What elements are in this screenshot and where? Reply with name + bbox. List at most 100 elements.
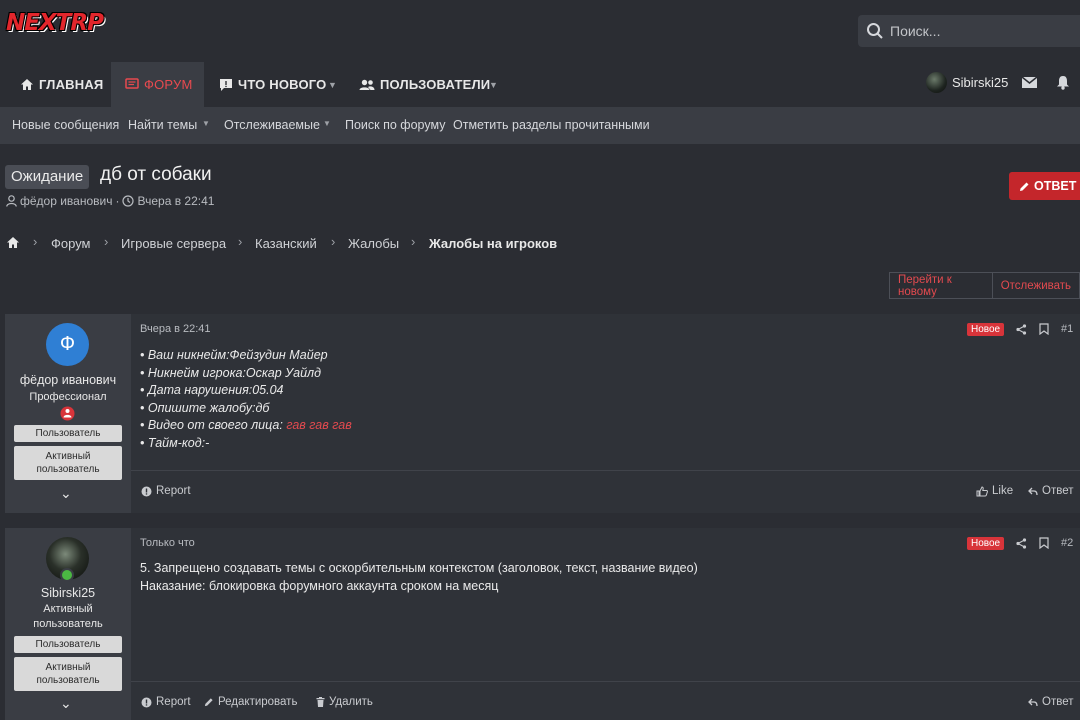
avatar-letter: Ф xyxy=(59,333,76,355)
mail-icon[interactable] xyxy=(1022,77,1037,88)
post-date[interactable]: Только что xyxy=(140,537,195,549)
post-date[interactable]: Вчера в 22:41 xyxy=(140,323,211,335)
new-badge: Новое xyxy=(967,323,1005,336)
post-number[interactable]: #2 xyxy=(1061,537,1073,549)
post-body-line: • Опишите жалобу:дб xyxy=(140,401,270,415)
whats-new-icon xyxy=(220,78,232,91)
page-title: дб от собаки xyxy=(100,164,212,185)
meta-separator: · xyxy=(115,194,120,208)
breadcrumb-separator-icon: › xyxy=(238,234,243,249)
thread-author-link[interactable]: фёдор иванович xyxy=(20,194,112,208)
edit-link[interactable]: Редактировать xyxy=(204,696,297,708)
account-username: Sibirski25 xyxy=(952,75,1009,90)
post-footer: Report Like Ответ xyxy=(131,470,1080,513)
watch-button[interactable]: Отслеживать xyxy=(992,272,1080,299)
post-user-column: Ф фёдор иванович Профессионал Пользовате… xyxy=(5,314,131,513)
rank-icon xyxy=(60,406,75,421)
avatar[interactable]: Ф xyxy=(46,323,89,366)
thread-date[interactable]: Вчера в 22:41 xyxy=(137,194,214,208)
post: Sibirski25 Активный пользователь Пользов… xyxy=(5,528,1080,720)
main-nav: ГЛАВНАЯ ФОРУМ ЧТО НОВОГО ▼ ПОЛЬЗОВАТЕЛИ … xyxy=(0,62,1080,107)
breadcrumb-current[interactable]: Жалобы на игроков xyxy=(429,236,557,251)
bookmark-icon[interactable] xyxy=(1039,537,1049,549)
user-badge: Активный пользователь xyxy=(14,446,122,480)
post: Ф фёдор иванович Профессионал Пользовате… xyxy=(5,314,1080,513)
go-to-new-button[interactable]: Перейти к новому xyxy=(889,272,993,299)
subnav-new-posts[interactable]: Новые сообщения xyxy=(12,118,119,132)
nav-whats-new[interactable]: ЧТО НОВОГО xyxy=(219,62,326,107)
post-content: Вчера в 22:41 Новое #1 • Ваш никнейм:Фей… xyxy=(131,314,1080,513)
report-link[interactable]: Report xyxy=(141,485,191,497)
reply-button[interactable]: ОТВЕТ xyxy=(1009,172,1080,200)
watched-dropdown-icon[interactable]: ▼ xyxy=(323,119,331,128)
breadcrumb-separator-icon: › xyxy=(411,234,416,249)
share-icon[interactable] xyxy=(1016,538,1027,549)
like-label: Like xyxy=(992,485,1014,497)
post-user-column: Sibirski25 Активный пользователь Пользов… xyxy=(5,528,131,720)
delete-link[interactable]: Удалить xyxy=(316,696,373,708)
thread-actions: Перейти к новому Отслеживать xyxy=(889,272,1080,299)
clock-icon xyxy=(122,195,135,207)
breadcrumb-separator-icon: › xyxy=(331,234,336,249)
report-icon xyxy=(141,486,152,496)
breadcrumb-item[interactable]: Форум xyxy=(51,236,91,251)
user-title: Профессионал xyxy=(29,391,107,403)
user-icon xyxy=(6,195,17,207)
users-dropdown-icon[interactable]: ▼ xyxy=(489,62,498,107)
users-icon xyxy=(359,79,375,90)
new-badge: Новое xyxy=(967,537,1005,550)
video-link[interactable]: гав гав гав xyxy=(286,418,351,432)
search-input[interactable] xyxy=(890,23,1070,39)
post-author-name[interactable]: фёдор иванович xyxy=(5,373,131,387)
find-threads-dropdown-icon[interactable]: ▼ xyxy=(202,119,210,128)
whats-new-dropdown-icon[interactable]: ▼ xyxy=(328,62,337,107)
post-body-line: • Никнейм игрока:Оскар Уайлд xyxy=(140,366,322,380)
breadcrumb-item[interactable]: Игровые сервера xyxy=(121,236,226,251)
search-box[interactable] xyxy=(858,15,1080,47)
account-link[interactable]: Sibirski25 xyxy=(926,72,1008,93)
bookmark-icon[interactable] xyxy=(1039,323,1049,335)
thread-prefix-badge[interactable]: Ожидание xyxy=(5,165,90,189)
report-icon xyxy=(141,697,152,707)
search-icon xyxy=(867,23,883,39)
breadcrumb-item[interactable]: Жалобы xyxy=(348,236,399,251)
post-footer: Report Редактировать Удалить Ответ xyxy=(131,681,1080,720)
reply-label: Ответ xyxy=(1042,696,1074,708)
nav-home[interactable]: ГЛАВНАЯ xyxy=(20,62,103,107)
subnav-mark-read[interactable]: Отметить разделы прочитанными xyxy=(453,118,650,132)
nav-forum-label: ФОРУМ xyxy=(144,77,193,92)
share-icon[interactable] xyxy=(1016,324,1027,335)
user-badge: Пользователь xyxy=(14,425,122,442)
breadcrumb-home-icon[interactable] xyxy=(6,236,20,249)
chevron-down-icon[interactable]: ⌄ xyxy=(60,485,72,502)
delete-label: Удалить xyxy=(329,696,373,708)
nav-users[interactable]: ПОЛЬЗОВАТЕЛИ xyxy=(359,62,490,107)
video-line-label: • Видео от своего лица: xyxy=(140,418,287,432)
trash-icon xyxy=(316,697,325,707)
site-logo[interactable]: NEXTRP xyxy=(6,10,104,42)
chevron-down-icon[interactable]: ⌄ xyxy=(60,695,72,712)
post-body-line: 5. Запрещено создавать темы с оскорбител… xyxy=(140,561,698,575)
post-author-name[interactable]: Sibirski25 xyxy=(5,586,131,600)
post-body-line: • Тайм-код:- xyxy=(140,436,210,450)
subnav-find-threads[interactable]: Найти темы xyxy=(128,118,197,132)
report-link[interactable]: Report xyxy=(141,696,191,708)
subnav-search-forum[interactable]: Поиск по форуму xyxy=(345,118,445,132)
post-body-line: • Дата нарушения:05.04 xyxy=(140,383,284,397)
subnav-watched[interactable]: Отслеживаемые xyxy=(224,118,320,132)
breadcrumb-item[interactable]: Казанский xyxy=(255,236,317,251)
nav-whats-new-label: ЧТО НОВОГО xyxy=(238,77,327,92)
reply-label: Ответ xyxy=(1042,485,1074,497)
avatar xyxy=(926,72,947,93)
nav-forum[interactable]: ФОРУМ xyxy=(111,62,204,107)
pencil-icon xyxy=(1020,182,1029,191)
site-header: NEXTRP xyxy=(0,0,1080,62)
reply-link[interactable]: Ответ xyxy=(1028,696,1073,708)
bell-icon[interactable] xyxy=(1056,75,1070,90)
like-link[interactable]: Like xyxy=(976,485,1013,497)
post-number[interactable]: #1 xyxy=(1061,323,1073,335)
nav-users-label: ПОЛЬЗОВАТЕЛИ xyxy=(380,77,491,92)
post-body-line: • Ваш никнейм:Фейзудин Майер xyxy=(140,348,328,362)
forum-icon xyxy=(125,78,139,89)
reply-link[interactable]: Ответ xyxy=(1028,485,1073,497)
